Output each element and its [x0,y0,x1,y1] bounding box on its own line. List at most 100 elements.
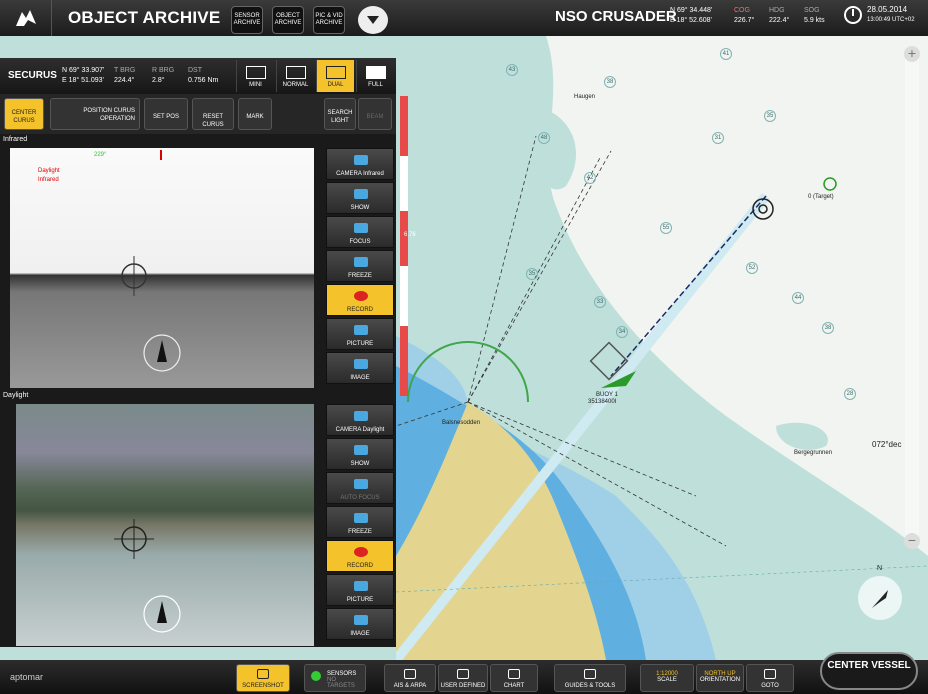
zoom-out-button[interactable]: − [904,533,920,549]
dst-label: DST [188,67,202,74]
daylight-side-icon-0 [354,411,368,421]
infrared-side-icon-5 [354,325,368,335]
daylight-side-label-2: AUTO FOCUS [340,495,380,501]
infrared-section-label: Infrared [3,136,28,143]
menu-dropdown-button[interactable] [358,6,388,34]
mark-button[interactable]: MARK [238,98,272,130]
position-curus-button[interactable]: POSITION CURUS OPERATION [50,98,140,130]
chart-map-svg [396,36,928,660]
cog-label: COG [734,7,750,14]
compass-button[interactable]: N [858,565,902,620]
goto-icon [764,669,776,679]
compass-north: N [877,565,883,572]
infrared-side-icon-4 [354,291,368,301]
daylight-video[interactable] [16,404,314,646]
infrared-side-label-3: FREEZE [348,273,372,279]
object-archive-button[interactable]: OBJECT ARCHIVE [272,6,304,34]
view-full-label: FULL [368,82,383,88]
beam-button[interactable]: BEAM [358,98,392,130]
sensors-button[interactable]: SENSORS NO TARGETS [304,664,366,692]
depth-sounding: 35 [764,110,776,122]
depth-sounding: 55 [660,222,672,234]
screenshot-label: SCREENSHOT [242,683,284,689]
infrared-side-label-4: RECORD [346,307,373,313]
ais-arpa-button[interactable]: AIS & ARPA [384,664,436,692]
camera-icon [257,669,269,679]
pic-vid-archive-button[interactable]: PIC & VID ARCHIVE [313,6,345,34]
infrared-side-button-0[interactable]: CAMERA Infrared [326,148,394,180]
place-label-bergegrunnen: Bergegrunnen [794,450,833,456]
clock-icon [844,6,862,24]
view-full-button[interactable]: FULL [356,60,394,92]
bottom-bar: aptomar SCREENSHOT SENSORS NO TARGETS AIS… [0,660,928,694]
center-vessel-button[interactable]: CENTER VESSEL [820,652,918,690]
daylight-side-icon-1 [354,445,368,455]
user-defined-button[interactable]: USER DEFINED [438,664,488,692]
zoom-slider[interactable] [905,50,919,540]
daylight-side-icon-3 [354,513,368,523]
orientation-label: ORIENTATION [699,677,741,683]
vessel-lat: N 69° 34.448' [670,7,713,14]
ais-label: AIS & ARPA [393,683,427,689]
logo-icon[interactable] [0,0,52,36]
date: 28.05.2014 [867,5,908,14]
goto-button[interactable]: GOTO [746,664,794,692]
chart-button[interactable]: CHART [490,664,538,692]
infrared-side-button-3[interactable]: FREEZE [326,250,394,282]
brand-label: aptomar [10,672,44,682]
tools-icon [584,669,596,679]
infrared-side-button-6[interactable]: IMAGE [326,352,394,384]
buoy-label: BUOY 1 [596,392,618,398]
set-pos-button[interactable]: SET POS [144,98,188,130]
daylight-side-button-6[interactable]: IMAGE [326,608,394,640]
infrared-side-icon-6 [354,359,368,369]
zoom-in-button[interactable]: + [904,46,920,62]
control-row: CENTER CURUS POSITION CURUS OPERATION SE… [0,94,396,134]
guides-label: GUIDES & TOOLS [564,683,616,689]
rbrg-value: 2.8° [152,77,165,84]
daylight-side-button-3[interactable]: FREEZE [326,506,394,538]
infrared-side-button-4[interactable]: RECORD [326,284,394,316]
depth-sounding: 52 [746,262,758,274]
depth-sounding: 33 [594,296,606,308]
chart-map[interactable]: 0 (Target) BUOY 1 35138400I Balsnesodden… [396,36,928,660]
search-light-button[interactable]: SEARCH LIGHT [324,98,356,130]
cog-value: 226.7° [734,17,755,24]
infrared-side-label-5: PICTURE [346,341,374,347]
infrared-side-button-5[interactable]: PICTURE [326,318,394,350]
reset-curus-button[interactable]: RESET CURUS [192,98,234,130]
view-mini-label: MINI [249,82,262,88]
view-mini-button[interactable]: MINI [236,60,274,92]
depth-sounding: 48 [538,132,550,144]
infrared-side-icon-1 [354,189,368,199]
daylight-side-button-0[interactable]: CAMERA Daylight [326,404,394,436]
chevron-down-icon [367,16,379,24]
daylight-side-button-4[interactable]: RECORD [326,540,394,572]
depth-sounding: 38 [604,76,616,88]
screenshot-button[interactable]: SCREENSHOT [236,664,290,692]
view-normal-button[interactable]: NORMAL [276,60,314,92]
daylight-side-button-5[interactable]: PICTURE [326,574,394,606]
infrared-video[interactable]: 229° Daylight Infrared [10,148,314,388]
orientation-button[interactable]: NORTH UP ORIENTATION [696,664,744,692]
daylight-side-button-1[interactable]: SHOW [326,438,394,470]
hdg-label: HDG [769,7,785,14]
scale-button[interactable]: 1:12000 SCALE [640,664,694,692]
gap-label: 6.76 [404,232,416,238]
center-curus-button[interactable]: CENTER CURUS [4,98,44,130]
daylight-side-button-2[interactable]: AUTO FOCUS [326,472,394,504]
infrared-side-button-1[interactable]: SHOW [326,182,394,214]
user-defined-label: USER DEFINED [440,683,486,689]
buoy-id-label: 35138400I [588,399,617,405]
depth-sounding: 34 [616,326,628,338]
dual-icon [326,66,346,79]
depth-sounding: 28 [844,388,856,400]
target-label: 0 (Target) [808,194,834,200]
time: 13:00:49 UTC+02 [867,17,915,23]
panel-gap [0,36,396,58]
guides-tools-button[interactable]: GUIDES & TOOLS [554,664,626,692]
view-dual-button[interactable]: DUAL [316,60,354,92]
sensor-archive-button[interactable]: SENSOR ARCHIVE [231,6,263,34]
view-dual-label: DUAL [327,82,344,88]
infrared-side-button-2[interactable]: FOCUS [326,216,394,248]
